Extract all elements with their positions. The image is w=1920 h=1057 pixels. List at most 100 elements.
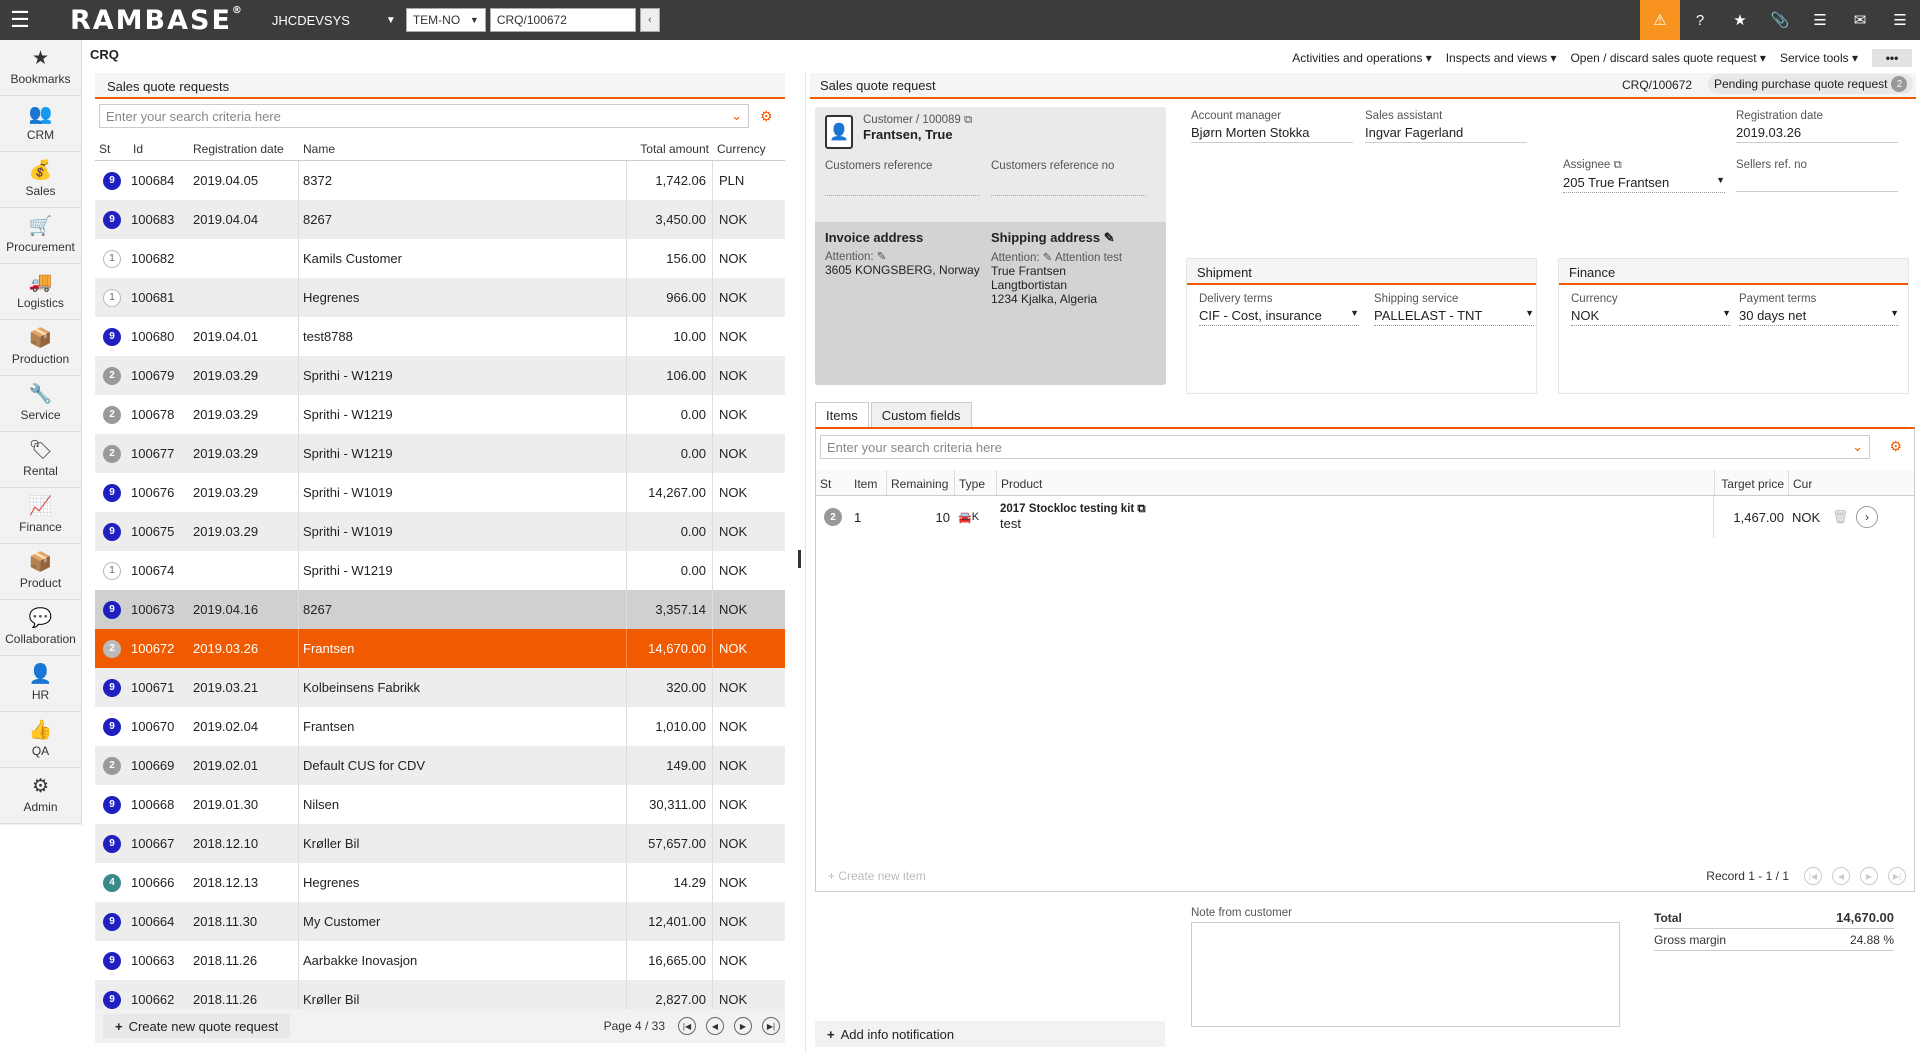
list-icon[interactable]: ☰ <box>1800 0 1840 40</box>
trash-icon[interactable]: 🗑 <box>1828 496 1852 538</box>
item-row[interactable]: 2 1 10 🚘 K 2017 Stockloc testing kit ⧉ te… <box>816 496 1914 538</box>
next-page-button[interactable]: ▶ <box>734 1017 752 1035</box>
nav-logistics[interactable]: 🚚 Logistics <box>0 264 81 320</box>
inspects-menu[interactable]: Inspects and views ▾ <box>1446 51 1557 65</box>
first-page-button[interactable]: |◀ <box>678 1017 696 1035</box>
table-row[interactable]: 2 100677 2019.03.29 Sprithi - W1219 0.00 NOK <box>95 434 785 473</box>
external-link-icon[interactable]: ⧉ <box>964 114 972 126</box>
table-row[interactable]: 9 100673 2019.04.16 8267 3,357.14 NOK <box>95 590 785 629</box>
nav-service[interactable]: 🔧 Service <box>0 376 81 432</box>
edit-icon[interactable]: ✎ <box>877 251 887 263</box>
list-settings-gear-icon[interactable]: ⚙ <box>760 108 773 125</box>
panel-splitter-handle[interactable] <box>798 550 801 568</box>
table-row[interactable]: 1 100681 Hegrenes 966.00 NOK <box>95 278 785 317</box>
attachment-icon[interactable]: 📎 <box>1760 0 1800 40</box>
table-row[interactable]: 9 100664 2018.11.30 My Customer 12,401.00 NOK <box>95 902 785 941</box>
chevron-down-icon[interactable]: ⌄ <box>1852 439 1863 455</box>
create-quote-request-button[interactable]: + Create new quote request <box>103 1014 291 1038</box>
next-record-button[interactable]: ▶ <box>1860 867 1878 885</box>
open-discard-menu[interactable]: Open / discard sales quote request ▾ <box>1570 51 1765 65</box>
table-row[interactable]: 2 100672 2019.03.26 Frantsen 14,670.00 NOK <box>95 629 785 668</box>
invoice-address-label: Invoice address <box>825 230 924 245</box>
warning-icon[interactable]: ⚠ <box>1640 0 1680 40</box>
table-row[interactable]: 1 100682 Kamils Customer 156.00 NOK <box>95 239 785 278</box>
table-row[interactable]: 4 100666 2018.12.13 Hegrenes 14.29 NOK <box>95 863 785 902</box>
nav-qa[interactable]: 👍 QA <box>0 712 81 768</box>
customer-link[interactable]: Customer / 100089 ⧉ <box>863 114 972 127</box>
nav-bookmarks[interactable]: ★ Bookmarks <box>0 40 81 96</box>
tab-items[interactable]: Items <box>815 402 869 427</box>
external-link-icon[interactable]: ⧉ <box>1137 503 1145 515</box>
nav-finance[interactable]: 📈 Finance <box>0 488 81 544</box>
table-row[interactable]: 9 100670 2019.02.04 Frantsen 1,010.00 NOK <box>95 707 785 746</box>
table-row[interactable]: 9 100671 2019.03.21 Kolbeinsens Fabrikk 320.… <box>95 668 785 707</box>
items-settings-gear-icon[interactable]: ⚙ <box>1889 438 1902 455</box>
table-row[interactable]: 9 100684 2019.04.05 8372 1,742.06 PLN <box>95 161 785 200</box>
table-row[interactable]: 9 100663 2018.11.26 Aarbakke Inovasjon 16,66… <box>95 941 785 980</box>
last-page-button[interactable]: ▶| <box>762 1017 780 1035</box>
status-badge: 2 <box>824 508 842 526</box>
prev-page-button[interactable]: ◀ <box>706 1017 724 1035</box>
truck-icon: 🚚 <box>28 272 53 293</box>
status-badge: 2 <box>103 444 121 463</box>
cell-date <box>189 239 299 278</box>
chevron-down-icon: ▼ <box>1722 308 1731 318</box>
customer-reference-field[interactable] <box>825 176 980 196</box>
edit-icon[interactable]: ✎ <box>1104 230 1115 245</box>
table-row[interactable]: 9 100675 2019.03.29 Sprithi - W1019 0.00 NOK <box>95 512 785 551</box>
first-record-button[interactable]: |◀ <box>1804 867 1822 885</box>
user-menu-icon[interactable]: ☰ <box>1880 0 1920 40</box>
external-link-icon[interactable]: ⧉ <box>1614 159 1622 171</box>
add-info-notification-button[interactable]: + Add info notification <box>815 1021 1165 1047</box>
service-tools-menu[interactable]: Service tools ▾ <box>1780 51 1858 65</box>
customer-reference-no-field[interactable] <box>991 176 1146 196</box>
create-item-button[interactable]: + Create new item <box>828 869 926 883</box>
cell-name: Hegrenes <box>299 278 627 317</box>
customer-note-textarea[interactable] <box>1191 922 1620 1027</box>
cell-date: 2018.12.13 <box>189 863 299 902</box>
table-row[interactable]: 2 100679 2019.03.29 Sprithi - W1219 106.00 NO… <box>95 356 785 395</box>
status-badge[interactable]: Pending purchase quote request 2 <box>1708 74 1914 94</box>
cell-amount: 16,665.00 <box>627 941 713 980</box>
company-select[interactable]: TEM-NO ▼ <box>405 8 486 32</box>
document-input[interactable]: CRQ/100672 <box>489 8 636 32</box>
nav-hr[interactable]: 👤 HR <box>0 656 81 712</box>
cell-amount: 12,401.00 <box>627 902 713 941</box>
system-name[interactable]: JHCDEVSYS <box>272 13 380 28</box>
table-row[interactable]: 1 100674 Sprithi - W1219 0.00 NOK <box>95 551 785 590</box>
table-row[interactable]: 9 100676 2019.03.29 Sprithi - W1019 14,267.0… <box>95 473 785 512</box>
nav-production[interactable]: 📦 Production <box>0 320 81 376</box>
mail-icon[interactable]: ✉ <box>1840 0 1880 40</box>
last-record-button[interactable]: ▶| <box>1888 867 1906 885</box>
more-options-button[interactable]: ••• <box>1872 49 1912 67</box>
table-row[interactable]: 2 100669 2019.02.01 Default CUS for CDV 149.… <box>95 746 785 785</box>
star-icon[interactable]: ★ <box>1720 0 1760 40</box>
list-search-input[interactable]: Enter your search criteria here ⌄ <box>99 104 749 128</box>
rambase-logo[interactable]: RAMBASE® <box>70 5 244 36</box>
nav-rental[interactable]: 🏷 Rental <box>0 432 81 488</box>
items-search-input[interactable]: Enter your search criteria here ⌄ <box>820 435 1870 459</box>
activities-menu[interactable]: Activities and operations ▾ <box>1292 51 1431 65</box>
product-link[interactable]: 2017 Stockloc testing kit ⧉ <box>1000 503 1146 516</box>
tab-custom-fields[interactable]: Custom fields <box>870 402 972 427</box>
nav-crm[interactable]: 👥 CRM <box>0 96 81 152</box>
menu-icon[interactable]: ☰ <box>0 0 40 40</box>
table-row[interactable]: 9 100683 2019.04.04 8267 3,450.00 NOK <box>95 200 785 239</box>
nav-sales[interactable]: 💰 Sales <box>0 152 81 208</box>
table-row[interactable]: 2 100678 2019.03.29 Sprithi - W1219 0.00 NOK <box>95 395 785 434</box>
help-icon[interactable]: ? <box>1680 0 1720 40</box>
nav-collaboration[interactable]: 💬 Collaboration <box>0 600 81 656</box>
nav-admin[interactable]: ⚙ Admin <box>0 768 81 824</box>
cell-amount: 149.00 <box>627 746 713 785</box>
prev-record-button[interactable]: ◀ <box>1832 867 1850 885</box>
chevron-down-icon[interactable]: ⌄ <box>731 108 742 124</box>
open-item-button[interactable]: › <box>1856 506 1878 528</box>
table-row[interactable]: 9 100668 2019.01.30 Nilsen 30,311.00 NOK <box>95 785 785 824</box>
back-button[interactable]: ‹ <box>639 8 660 32</box>
nav-product[interactable]: 📦 Product <box>0 544 81 600</box>
nav-procurement[interactable]: 🛒 Procurement <box>0 208 81 264</box>
edit-icon[interactable]: ✎ <box>1043 252 1053 264</box>
table-row[interactable]: 9 100680 2019.04.01 test8788 10.00 NOK <box>95 317 785 356</box>
system-dropdown-icon[interactable]: ▼ <box>386 15 396 26</box>
table-row[interactable]: 9 100667 2018.12.10 Krøller Bil 57,657.00 NOK <box>95 824 785 863</box>
